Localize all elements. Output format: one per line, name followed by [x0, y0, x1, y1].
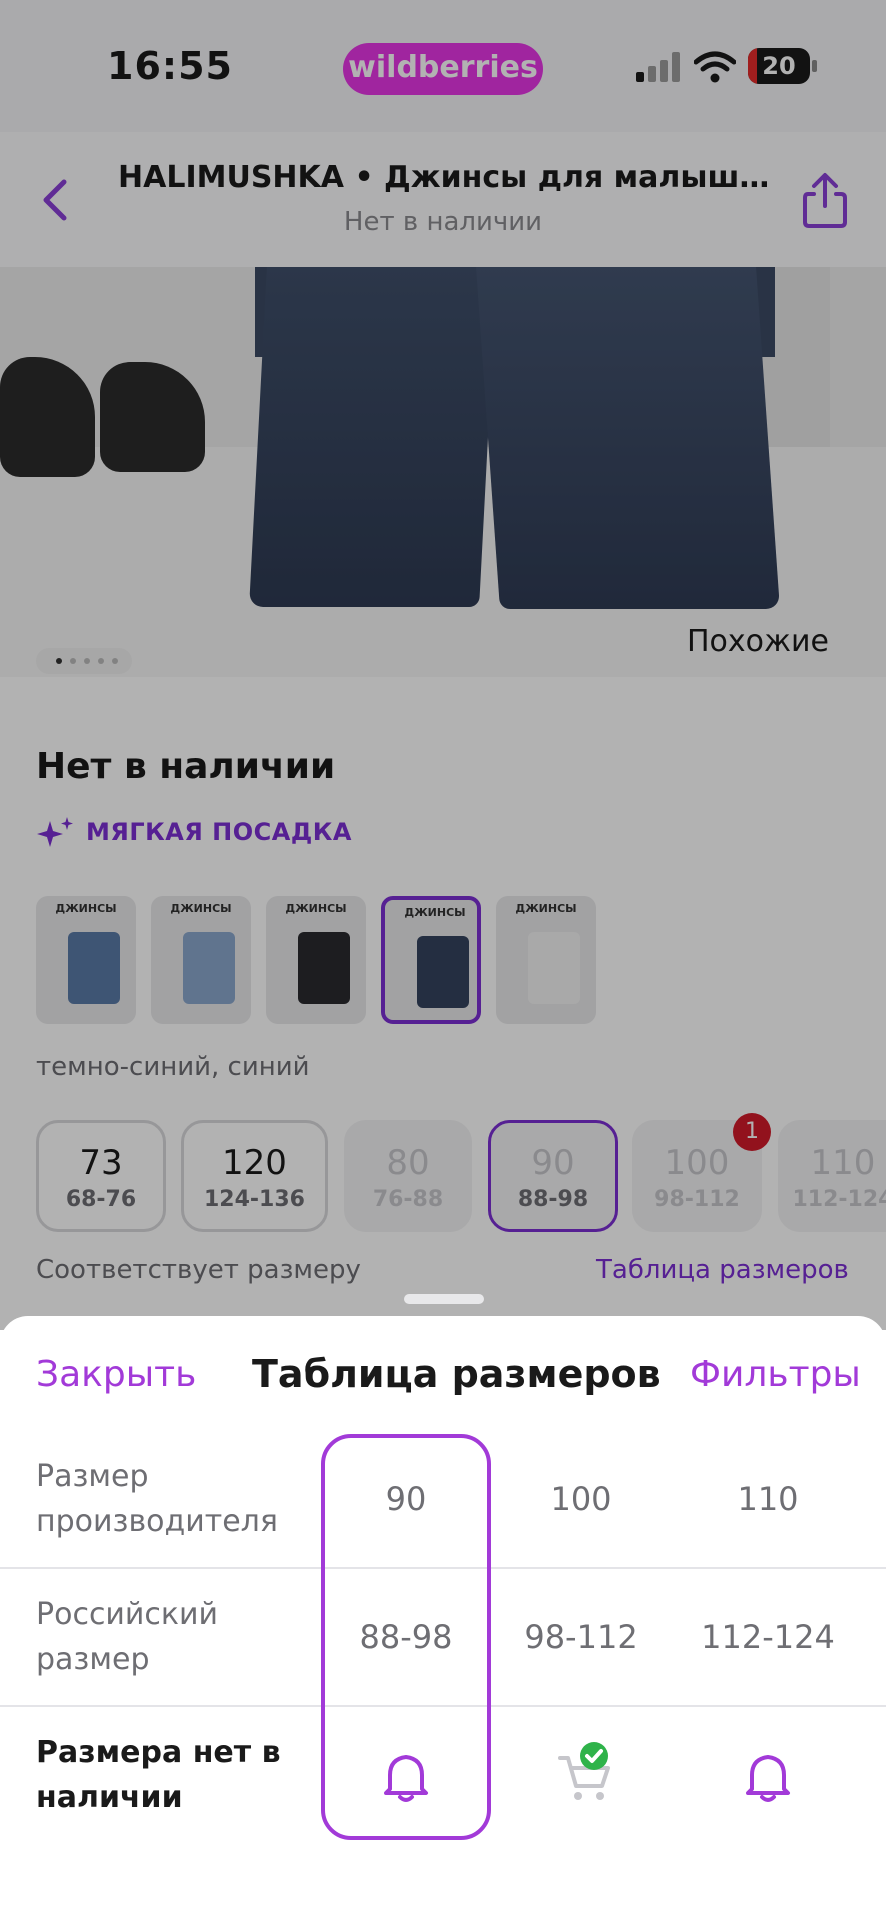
size-cell[interactable]: 112-124 — [688, 1618, 848, 1656]
sheet-title: Таблица размеров — [252, 1352, 661, 1396]
row-label-line: Российский — [36, 1597, 219, 1632]
sheet-grabber[interactable] — [404, 1294, 484, 1304]
close-button[interactable]: Закрыть — [36, 1354, 196, 1395]
row-label-manufacturer: Размер производителя — [36, 1454, 278, 1544]
size-cell[interactable]: 100 — [501, 1480, 661, 1518]
row-label-line: Размер — [36, 1459, 149, 1494]
cart-check-icon[interactable] — [554, 1738, 624, 1808]
filters-button[interactable]: Фильтры — [690, 1354, 861, 1395]
row-label-line: наличии — [36, 1780, 183, 1815]
sheet-backdrop[interactable] — [0, 0, 886, 1330]
row-label-line: размер — [36, 1642, 150, 1677]
row-label-russian: Российский размер — [36, 1592, 218, 1682]
selected-size-column — [321, 1434, 491, 1840]
product-page: 16:55 wildberries 20 HALIMUSHKA • Джинсы… — [0, 0, 886, 1920]
row-label-line: производителя — [36, 1504, 278, 1539]
size-cell[interactable]: 110 — [688, 1480, 848, 1518]
row-label-line: Размера нет в — [36, 1735, 281, 1770]
size-cell[interactable]: 98-112 — [501, 1618, 661, 1656]
bell-icon[interactable] — [738, 1745, 798, 1805]
row-label-availability: Размера нет в наличии — [36, 1730, 281, 1820]
